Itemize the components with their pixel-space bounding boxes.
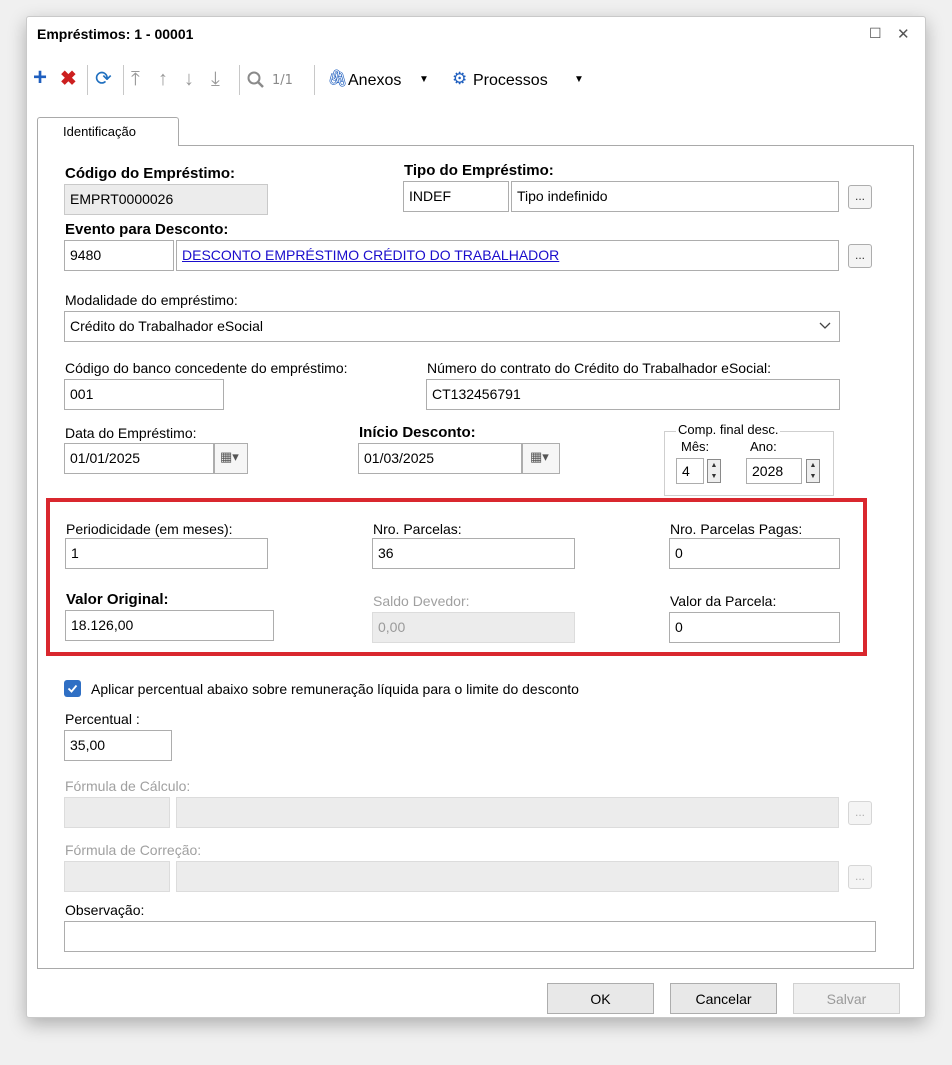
evento-code-field[interactable]: 9480: [64, 240, 174, 271]
periodicidade-field[interactable]: 1: [65, 538, 268, 569]
delete-icon[interactable]: ✖: [60, 68, 77, 90]
title-bar: Empréstimos: 1 - 00001 ☐ ✕: [27, 17, 925, 53]
calendar-icon: ▦▾: [220, 449, 239, 464]
formula-calculo-lookup-button: ...: [848, 801, 872, 825]
checkmark-icon: [67, 684, 78, 693]
evento-desc-field[interactable]: DESCONTO EMPRÉSTIMO CRÉDITO DO TRABALHAD…: [176, 240, 839, 271]
processes-menu[interactable]: ⚙ Processos ▼: [452, 67, 612, 93]
valor-original-field[interactable]: 18.126,00: [65, 610, 274, 641]
window-title: Empréstimos: 1 - 00001: [37, 26, 194, 42]
mes-stepper[interactable]: ▲ ▼: [707, 459, 721, 483]
comp-final-label: Comp. final desc.: [676, 422, 781, 437]
data-emprestimo-label: Data do Empréstimo:: [65, 425, 197, 441]
banco-label: Código do banco concedente do empréstimo…: [65, 360, 348, 376]
inicio-desconto-label: Início Desconto:: [359, 424, 476, 441]
periodicidade-label: Periodicidade (em meses):: [66, 521, 233, 537]
maximize-icon[interactable]: ☐: [869, 25, 882, 42]
parcelas-pagas-label: Nro. Parcelas Pagas:: [670, 521, 803, 537]
formula-correcao-code: [64, 861, 170, 892]
save-button[interactable]: Salvar: [793, 983, 900, 1014]
parcelas-pagas-field[interactable]: 0: [669, 538, 840, 569]
tipo-code-field[interactable]: INDEF: [403, 181, 509, 212]
first-record-icon[interactable]: ⤒: [131, 68, 140, 90]
previous-record-icon[interactable]: ↑: [158, 68, 168, 90]
tab-label: Identificação: [63, 124, 136, 139]
chevron-down-icon: ▼: [419, 74, 429, 85]
inicio-desconto-field[interactable]: 01/03/2025: [358, 443, 522, 474]
observacao-label: Observação:: [65, 902, 145, 918]
mes-label: Mês:: [681, 439, 710, 454]
formula-correcao-label: Fórmula de Correção:: [65, 842, 202, 858]
refresh-icon[interactable]: ⟳: [95, 68, 112, 90]
modalidade-label: Modalidade do empréstimo:: [65, 292, 238, 308]
search-icon[interactable]: [246, 70, 266, 90]
calendar-icon: ▦▾: [530, 449, 549, 464]
evento-label: Evento para Desconto:: [65, 221, 229, 238]
mes-field[interactable]: 4: [676, 458, 704, 484]
saldo-devedor-label: Saldo Devedor:: [373, 593, 470, 609]
tab-identificacao[interactable]: Identificação: [37, 117, 179, 146]
valor-original-label: Valor Original:: [66, 591, 169, 608]
formula-correcao-lookup-button: ...: [848, 865, 872, 889]
tipo-lookup-button[interactable]: ...: [848, 185, 872, 209]
banco-field[interactable]: 001: [64, 379, 224, 410]
formula-calculo-desc: [176, 797, 839, 828]
modalidade-value: Crédito do Trabalhador eSocial: [70, 318, 264, 334]
gear-icon: ⚙: [452, 69, 468, 88]
last-record-icon[interactable]: ⤓: [211, 68, 220, 90]
contrato-field[interactable]: CT132456791: [426, 379, 840, 410]
formula-correcao-desc: [176, 861, 839, 892]
modalidade-select[interactable]: Crédito do Trabalhador eSocial: [64, 311, 840, 342]
toolbar-separator: [87, 65, 88, 95]
formula-calculo-code: [64, 797, 170, 828]
ano-field[interactable]: 2028: [746, 458, 802, 484]
attachments-menu[interactable]: 🖇 Anexos ▼: [323, 67, 463, 93]
toolbar-separator: [123, 65, 124, 95]
contrato-label: Número do contrato do Crédito do Trabalh…: [427, 360, 771, 376]
percentual-label: Percentual :: [65, 711, 140, 727]
ano-label: Ano:: [750, 439, 777, 454]
calendar-button[interactable]: ▦▾: [214, 443, 248, 474]
tab-panel: Código do Empréstimo: EMPRT0000026 Tipo …: [37, 145, 914, 969]
codigo-label: Código do Empréstimo:: [65, 165, 235, 182]
aplicar-checkbox[interactable]: [64, 680, 81, 697]
cancel-button[interactable]: Cancelar: [670, 983, 777, 1014]
attachments-label: Anexos: [348, 72, 402, 89]
toolbar: + ✖ ⟳ ⤒ ↑ ↓ ⤓ 1/1 🖇 Anexos ▼ ⚙ Processos…: [27, 61, 925, 97]
chevron-down-icon: ▼: [574, 74, 584, 85]
toolbar-separator: [314, 65, 315, 95]
tipo-desc-field[interactable]: Tipo indefinido: [511, 181, 839, 212]
plus-icon[interactable]: +: [33, 66, 47, 90]
ok-button[interactable]: OK: [547, 983, 654, 1014]
next-record-icon[interactable]: ↓: [184, 68, 194, 90]
saldo-devedor-field: 0,00: [372, 612, 575, 643]
close-icon[interactable]: ✕: [897, 25, 910, 43]
percentual-field[interactable]: 35,00: [64, 730, 172, 761]
dialog-window: Empréstimos: 1 - 00001 ☐ ✕ + ✖ ⟳ ⤒ ↑ ↓ ⤓…: [26, 16, 926, 1018]
nro-parcelas-label: Nro. Parcelas:: [373, 521, 462, 537]
valor-parcela-field[interactable]: 0: [669, 612, 840, 643]
toolbar-separator: [239, 65, 240, 95]
valor-parcela-label: Valor da Parcela:: [670, 593, 777, 609]
chevron-down-icon: [819, 322, 831, 329]
observacao-field[interactable]: [64, 921, 876, 952]
evento-lookup-button[interactable]: ...: [848, 244, 872, 268]
pager-label: 1/1: [272, 73, 293, 88]
nro-parcelas-field[interactable]: 36: [372, 538, 575, 569]
ano-stepper[interactable]: ▲ ▼: [806, 459, 820, 483]
tipo-label: Tipo do Empréstimo:: [404, 162, 554, 179]
calendar-button[interactable]: ▦▾: [522, 443, 560, 474]
aplicar-label: Aplicar percentual abaixo sobre remunera…: [91, 681, 579, 697]
evento-desc-link[interactable]: DESCONTO EMPRÉSTIMO CRÉDITO DO TRABALHAD…: [182, 247, 559, 263]
formula-calculo-label: Fórmula de Cálculo:: [65, 778, 191, 794]
processes-label: Processos: [473, 72, 548, 89]
data-emprestimo-field[interactable]: 01/01/2025: [64, 443, 214, 474]
codigo-field[interactable]: EMPRT0000026: [64, 184, 268, 215]
paperclip-icon: 🖇: [327, 69, 349, 88]
